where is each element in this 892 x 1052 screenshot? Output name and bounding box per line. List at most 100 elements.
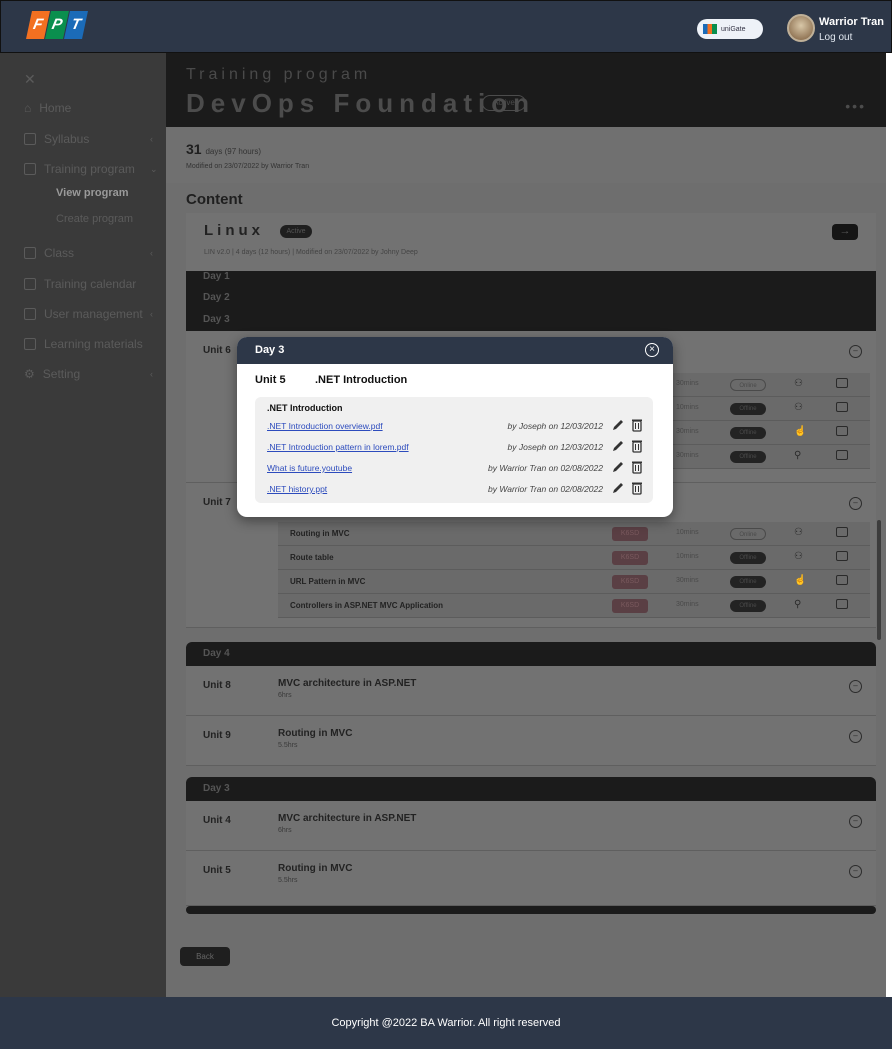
logout-link[interactable]: Log out bbox=[819, 32, 852, 43]
trash-icon[interactable] bbox=[631, 418, 643, 432]
material-link[interactable]: .NET Introduction pattern in lorem.pdf bbox=[267, 442, 409, 452]
day-bar[interactable]: Day 2 bbox=[186, 287, 876, 309]
unit-label: Unit 5 bbox=[203, 865, 231, 876]
unit-block[interactable]: Unit 9 Routing in MVC 5.5hrs – bbox=[186, 716, 876, 766]
lesson-row[interactable]: Route table K6SD 10mins Offline ⚇ bbox=[278, 546, 870, 570]
folder-icon[interactable] bbox=[836, 551, 848, 561]
lesson-code: K6SD bbox=[612, 551, 648, 565]
material-link[interactable]: .NET Introduction overview.pdf bbox=[267, 421, 383, 431]
program-hero: Training program DevOps Foundation Activ… bbox=[166, 53, 886, 127]
instructor-icon: ⚇ bbox=[794, 551, 803, 562]
material-row: .NET Introduction pattern in lorem.pdf b… bbox=[267, 438, 647, 458]
unit-block[interactable]: Unit 4 MVC architecture in ASP.NET 6hrs … bbox=[186, 801, 876, 851]
day-bar[interactable]: Day 3 bbox=[186, 309, 876, 331]
unigate-button[interactable]: uniGate bbox=[697, 19, 763, 39]
sidebar-item-training-program[interactable]: Training program bbox=[24, 162, 135, 176]
collapse-icon[interactable]: – bbox=[849, 345, 862, 358]
lesson-name: Routing in MVC bbox=[290, 529, 350, 538]
close-sidebar-icon[interactable]: ✕ bbox=[24, 71, 36, 88]
unit-block[interactable]: Unit 5 Routing in MVC 5.5hrs – bbox=[186, 851, 876, 906]
folder-icon[interactable] bbox=[836, 575, 848, 585]
materials-modal: Day 3 × Unit 5 .NET Introduction .NET In… bbox=[237, 337, 673, 517]
collapse-icon[interactable]: – bbox=[849, 680, 862, 693]
material-uploader: by Joseph on 12/03/2012 bbox=[507, 442, 603, 452]
lesson-duration: 30mins bbox=[676, 380, 699, 387]
collapse-icon[interactable]: – bbox=[849, 815, 862, 828]
day-bar[interactable]: Day 4 bbox=[186, 642, 876, 666]
folder-icon[interactable] bbox=[836, 378, 848, 388]
day-bar[interactable]: Day 3 bbox=[186, 777, 876, 801]
unit-duration: 5.5hrs bbox=[278, 877, 298, 884]
sidebar-item-training-calendar[interactable]: Training calendar bbox=[24, 277, 136, 291]
copyright-text: Copyright @2022 BA Warrior. All right re… bbox=[331, 1017, 561, 1029]
day-bar[interactable]: Day 1 bbox=[186, 271, 876, 287]
material-uploader: by Warrior Tran on 02/08/2022 bbox=[488, 463, 603, 473]
syllabus-name: Linux bbox=[204, 222, 264, 239]
program-info: 31 days (97 hours) Modified on 23/07/202… bbox=[166, 127, 886, 183]
lesson-name: Controllers in ASP.NET MVC Application bbox=[290, 601, 444, 610]
unit-name: MVC architecture in ASP.NET bbox=[278, 678, 417, 689]
material-uploader: by Joseph on 12/03/2012 bbox=[507, 421, 603, 431]
folder-icon[interactable] bbox=[836, 527, 848, 537]
sidebar-item-class[interactable]: Class bbox=[24, 246, 74, 260]
sidebar-item-home[interactable]: ⌂ Home bbox=[24, 101, 71, 115]
folder-icon[interactable] bbox=[836, 426, 848, 436]
sidebar-subitem-view-program[interactable]: View program bbox=[56, 187, 129, 199]
sidebar-item-syllabus[interactable]: Syllabus bbox=[24, 132, 89, 146]
sidebar-item-learning-materials[interactable]: Learning materials bbox=[24, 337, 143, 351]
folder-icon[interactable] bbox=[836, 599, 848, 609]
back-button[interactable]: Back bbox=[180, 947, 230, 966]
unit-label: Unit 7 bbox=[203, 497, 231, 508]
lesson-row[interactable]: Routing in MVC K6SD 10mins Online ⚇ bbox=[278, 522, 870, 546]
lesson-row[interactable]: URL Pattern in MVC K6SD 30mins Offline ☝ bbox=[278, 570, 870, 594]
lesson-status: Offline bbox=[730, 576, 766, 588]
modal-unit-title: .NET Introduction bbox=[315, 374, 408, 386]
gear-icon: ⚙ bbox=[24, 367, 35, 381]
close-icon[interactable]: × bbox=[645, 343, 659, 357]
arrow-right-icon[interactable]: → bbox=[832, 224, 858, 240]
lesson-status: Online bbox=[730, 379, 766, 391]
materials-heading: .NET Introduction bbox=[267, 403, 343, 413]
pencil-icon[interactable] bbox=[611, 460, 625, 474]
pencil-icon[interactable] bbox=[611, 418, 625, 432]
lesson-duration: 30mins bbox=[676, 452, 699, 459]
collapse-icon[interactable]: – bbox=[849, 865, 862, 878]
unit-block[interactable]: Unit 8 MVC architecture in ASP.NET 6hrs … bbox=[186, 666, 876, 716]
sidebar-subitem-create-program[interactable]: Create program bbox=[56, 213, 133, 225]
collapse-icon[interactable]: – bbox=[849, 497, 862, 510]
user-name: Warrior Tran bbox=[819, 16, 884, 28]
fpt-logo[interactable]: F P T bbox=[26, 11, 88, 39]
lesson-code: K6SD bbox=[612, 599, 648, 613]
material-link[interactable]: .NET history.ppt bbox=[267, 484, 327, 494]
materials-list: .NET Introduction .NET Introduction over… bbox=[255, 397, 653, 503]
lesson-code: K6SD bbox=[612, 527, 648, 541]
pencil-icon[interactable] bbox=[611, 481, 625, 495]
trash-icon[interactable] bbox=[631, 481, 643, 495]
modal-header: Day 3 × bbox=[237, 337, 673, 364]
lesson-status: Offline bbox=[730, 451, 766, 463]
unit-duration: 5.5hrs bbox=[278, 742, 298, 749]
avatar[interactable] bbox=[787, 14, 815, 42]
sidebar-item-setting[interactable]: ⚙ Setting bbox=[24, 367, 80, 381]
sidebar-item-label: Syllabus bbox=[44, 132, 90, 146]
chevron-down-icon: ⌄ bbox=[150, 164, 158, 174]
lesson-row[interactable]: Controllers in ASP.NET MVC Application K6… bbox=[278, 594, 870, 618]
pencil-icon[interactable] bbox=[611, 439, 625, 453]
collapse-icon[interactable]: – bbox=[849, 730, 862, 743]
chevron-left-icon: ‹ bbox=[150, 369, 153, 379]
unit-label: Unit 6 bbox=[203, 345, 231, 356]
sidebar-item-user-management[interactable]: User management bbox=[24, 307, 143, 321]
material-link[interactable]: What is future.youtube bbox=[267, 463, 352, 473]
unit-name: Routing in MVC bbox=[278, 863, 353, 874]
modal-title: Day 3 bbox=[255, 344, 285, 356]
sidebar-item-label: Class bbox=[44, 246, 75, 260]
trash-icon[interactable] bbox=[631, 460, 643, 474]
folder-icon[interactable] bbox=[836, 450, 848, 460]
trash-icon[interactable] bbox=[631, 439, 643, 453]
more-options-icon[interactable]: ••• bbox=[845, 98, 866, 114]
scrollbar[interactable] bbox=[877, 520, 881, 640]
hand-icon: ☝ bbox=[794, 575, 807, 586]
card-bottom-bar bbox=[186, 906, 876, 914]
footer: Copyright @2022 BA Warrior. All right re… bbox=[0, 997, 892, 1049]
folder-icon[interactable] bbox=[836, 402, 848, 412]
